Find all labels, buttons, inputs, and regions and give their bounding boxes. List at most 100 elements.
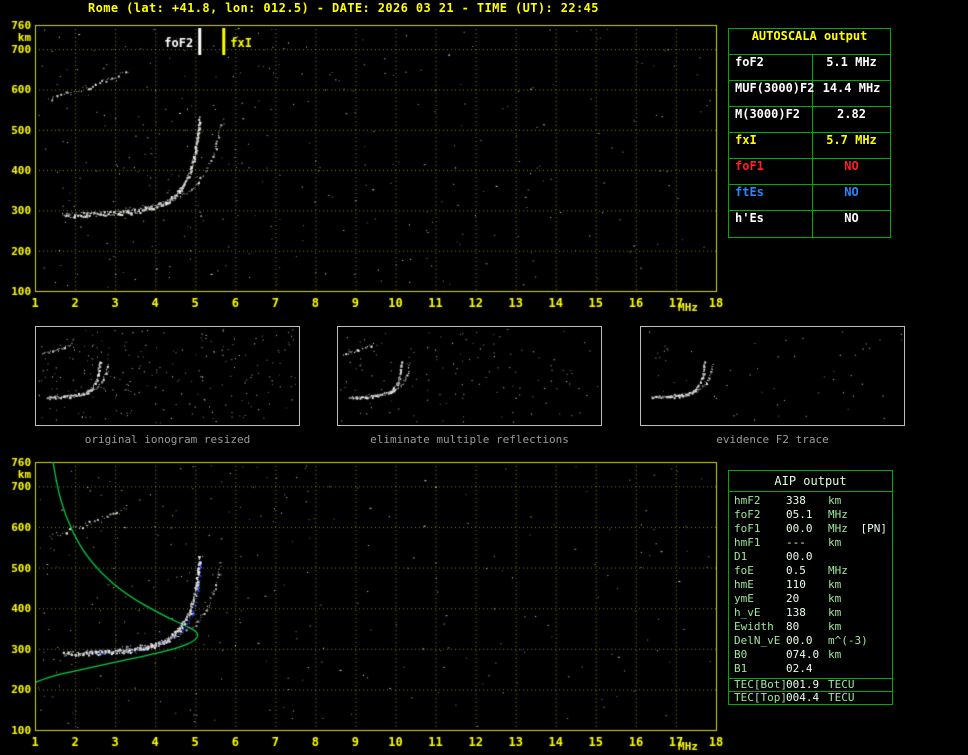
param-flag bbox=[887, 494, 892, 508]
param-label: M(3000)F2 bbox=[729, 107, 813, 132]
param-value: 2.82 bbox=[837, 107, 866, 121]
param-label: h'Es bbox=[729, 211, 813, 237]
param-unit: TECU bbox=[828, 691, 855, 704]
param-value: 001.9 bbox=[786, 678, 820, 691]
param-label: D1 bbox=[734, 550, 748, 563]
thumbnail-original-ionogram bbox=[35, 326, 300, 426]
param-value: NO bbox=[844, 211, 859, 225]
table-row: M(3000)F2 2.82 bbox=[729, 107, 890, 133]
thumbnail-canvas bbox=[36, 327, 299, 425]
param-label: B1 bbox=[734, 662, 748, 675]
param-flag bbox=[887, 648, 892, 662]
table-row: h_vE 138 km bbox=[729, 606, 892, 620]
tec-bottom-row: TEC[Bot] 001.9 TECU bbox=[729, 678, 892, 691]
param-unit: MHz bbox=[828, 564, 848, 577]
param-flag bbox=[887, 564, 892, 578]
param-label: hmF1 bbox=[734, 536, 761, 549]
table-row: hmF1 --- km bbox=[729, 536, 892, 550]
param-label: Ewidth bbox=[734, 620, 774, 633]
table-row: ymE 20 km bbox=[729, 592, 892, 606]
param-label: hmF2 bbox=[734, 494, 761, 507]
param-value: 338 bbox=[786, 494, 806, 507]
table-row: Ewidth 80 km bbox=[729, 620, 892, 634]
param-label: foF1 bbox=[734, 522, 761, 535]
param-unit: MHz bbox=[828, 508, 848, 521]
param-label: DelN_vE bbox=[734, 634, 781, 647]
table-row: foE 0.5 MHz bbox=[729, 564, 892, 578]
param-unit: km bbox=[828, 578, 842, 591]
thumbnail-caption: evidence F2 trace bbox=[716, 433, 829, 446]
thumbnail-caption: original ionogram resized bbox=[84, 433, 251, 446]
table-row: foF1 00.0 MHz [PN] bbox=[729, 522, 892, 536]
autoscala-table-title: AUTOSCALA output bbox=[729, 29, 890, 55]
param-unit: MHz bbox=[828, 522, 848, 535]
aip-output-table: AIP output hmF2 338 km foF2 05.1 MHz foF1 00.… bbox=[728, 470, 893, 705]
param-unit: km bbox=[828, 648, 842, 661]
param-value: 14.4 MHz bbox=[822, 81, 881, 95]
thumbnail-canvas bbox=[338, 327, 601, 425]
param-label: MUF(3000)F2 bbox=[729, 81, 814, 106]
param-value: 00.0 bbox=[786, 634, 813, 647]
param-unit: km bbox=[828, 592, 842, 605]
param-value: 20 bbox=[786, 592, 800, 605]
param-label: fxI bbox=[729, 133, 813, 158]
param-value: 00.0 bbox=[786, 550, 813, 563]
autoscala-screen: { "header": { "title": "Rome (lat: +41.8… bbox=[0, 0, 968, 755]
table-row: hmE 110 km bbox=[729, 578, 892, 592]
param-flag bbox=[887, 606, 892, 620]
param-unit: TECU bbox=[828, 678, 855, 691]
param-label: TEC[Top] bbox=[734, 691, 787, 704]
param-flag bbox=[887, 634, 892, 648]
ionogram-bottom-canvas bbox=[0, 455, 725, 755]
param-unit: km bbox=[828, 620, 842, 633]
table-row: h'Es NO bbox=[729, 211, 890, 237]
param-label: foF2 bbox=[729, 55, 813, 80]
param-unit: km bbox=[828, 606, 842, 619]
param-value: NO bbox=[844, 159, 859, 173]
table-row: MUF(3000)F2 14.4 MHz bbox=[729, 81, 890, 107]
param-value: 004.4 bbox=[786, 691, 820, 704]
param-label: foF2 bbox=[734, 508, 761, 521]
table-row: foF2 5.1 MHz bbox=[729, 55, 890, 81]
param-label: hmE bbox=[734, 578, 754, 591]
param-value: 110 bbox=[786, 578, 806, 591]
param-label: B0 bbox=[734, 648, 748, 661]
param-flag bbox=[887, 578, 892, 592]
table-row: fxI 5.7 MHz bbox=[729, 133, 890, 159]
param-value: 138 bbox=[786, 606, 806, 619]
param-flag: [PN] bbox=[860, 522, 888, 535]
thumbnail-multiple-reflections bbox=[337, 326, 602, 426]
param-value: 074.0 bbox=[786, 648, 820, 661]
thumbnail-caption: eliminate multiple reflections bbox=[370, 433, 569, 446]
param-unit: m^(-3) bbox=[828, 634, 868, 647]
param-unit: km bbox=[828, 536, 842, 549]
param-unit: km bbox=[828, 494, 842, 507]
param-label: foF1 bbox=[729, 159, 813, 184]
table-row: D1 00.0 bbox=[729, 550, 892, 564]
table-row: DelN_vE 00.0 m^(-3) bbox=[729, 634, 892, 648]
thumbnail-f2-trace bbox=[640, 326, 905, 426]
param-value: 05.1 bbox=[786, 508, 813, 521]
param-label: TEC[Bot] bbox=[734, 678, 787, 691]
param-flag bbox=[887, 620, 892, 634]
param-flag bbox=[887, 662, 892, 676]
param-label: ftEs bbox=[729, 185, 813, 210]
table-row: hmF2 338 km bbox=[729, 494, 892, 508]
table-row: foF2 05.1 MHz bbox=[729, 508, 892, 522]
param-value: 0.5 bbox=[786, 564, 806, 577]
aip-table-title: AIP output bbox=[729, 471, 892, 492]
param-label: foE bbox=[734, 564, 754, 577]
table-row: ftEs NO bbox=[729, 185, 890, 211]
table-row: foF1 NO bbox=[729, 159, 890, 185]
ionogram-top-canvas bbox=[0, 18, 725, 313]
param-value: --- bbox=[786, 536, 806, 549]
table-row: B0 074.0 km bbox=[729, 648, 892, 662]
param-value: 80 bbox=[786, 620, 800, 633]
table-row: B1 02.4 bbox=[729, 662, 892, 676]
page: Rome (lat: +41.8, lon: 012.5) - DATE: 20… bbox=[0, 0, 968, 755]
tec-top-row: TEC[Top] 004.4 TECU bbox=[729, 691, 892, 704]
param-value: 00.0 bbox=[786, 522, 813, 535]
param-label: ymE bbox=[734, 592, 754, 605]
param-label: h_vE bbox=[734, 606, 761, 619]
param-value: 02.4 bbox=[786, 662, 813, 675]
